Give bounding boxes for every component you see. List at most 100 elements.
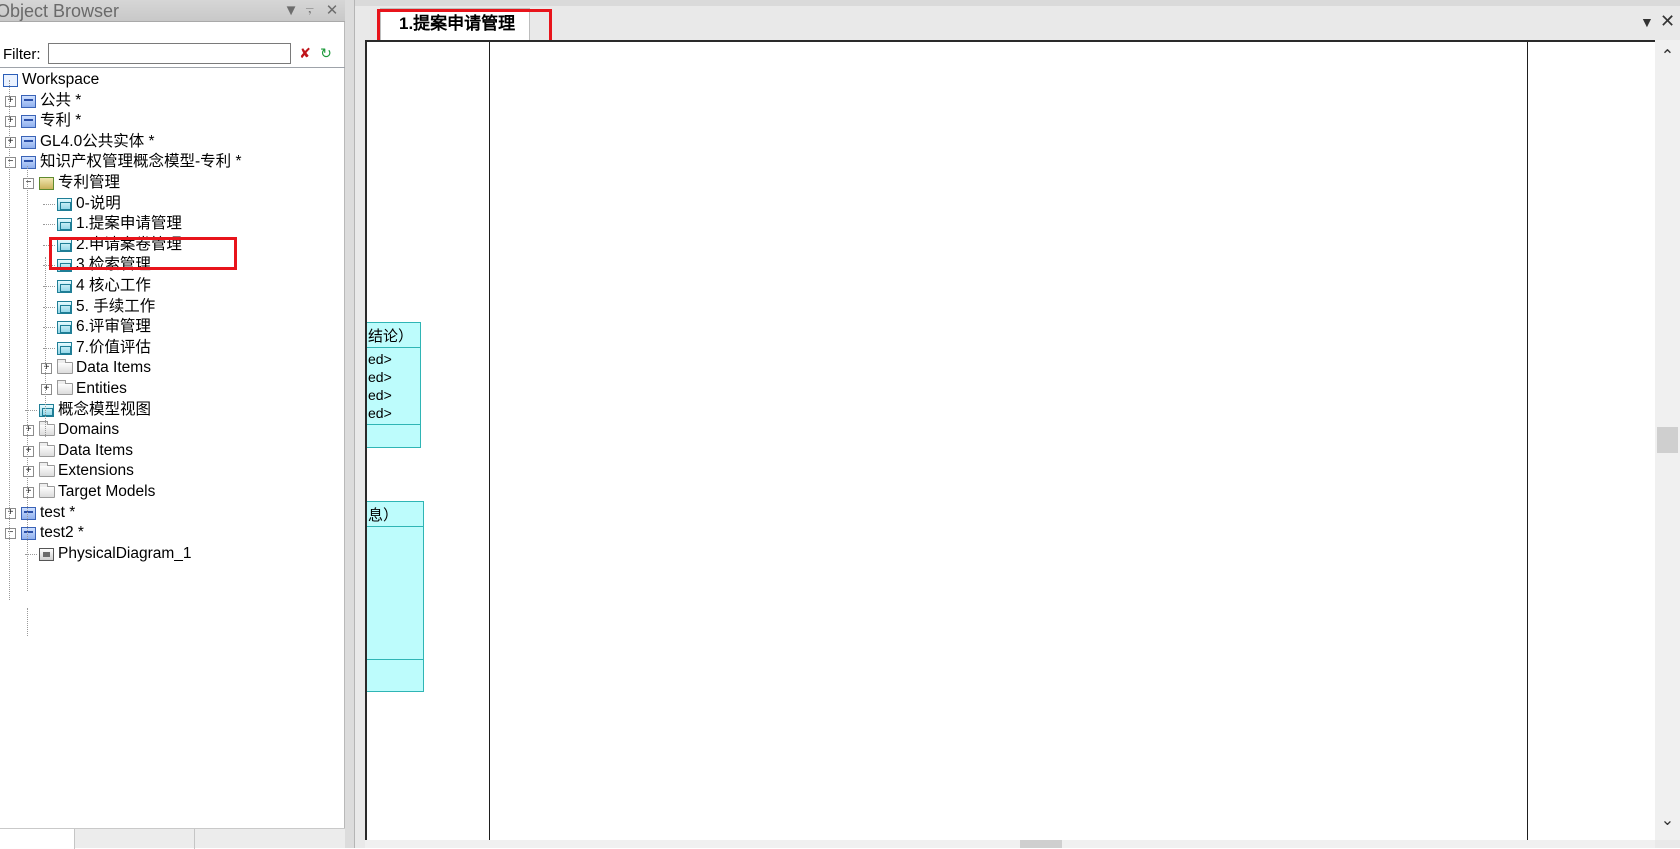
expand-icon[interactable]: + xyxy=(5,137,16,148)
filter-label: Filter: xyxy=(3,46,41,63)
bottom-tab-local[interactable] xyxy=(0,829,75,849)
refresh-icon[interactable]: ↻ xyxy=(318,45,334,61)
tree-item-label: 6.评审管理 xyxy=(76,318,151,335)
model-icon xyxy=(21,156,36,169)
collapse-icon[interactable]: − xyxy=(5,157,16,168)
entity-divider xyxy=(367,424,420,425)
diagram-icon xyxy=(57,218,72,231)
tree-guide-line xyxy=(9,80,10,600)
pane-splitter[interactable] xyxy=(345,0,355,848)
workspace-icon xyxy=(3,74,18,87)
entity-box[interactable]: 结论） ed> ed> ed> ed> xyxy=(367,322,421,448)
horizontal-scrollbar[interactable] xyxy=(365,840,1655,848)
model-icon xyxy=(21,136,36,149)
entity-header: 息） xyxy=(368,507,399,524)
expand-icon[interactable]: + xyxy=(23,446,34,457)
scroll-down-icon[interactable]: ⌄ xyxy=(1659,810,1676,830)
bottom-tab-repository[interactable] xyxy=(75,829,195,849)
model-icon xyxy=(21,95,36,108)
tab-controls: ▼ ✕ xyxy=(1620,8,1680,38)
scroll-thumb[interactable] xyxy=(1657,427,1678,453)
browser-bottom-tabs xyxy=(0,828,345,849)
filter-row: Filter: ✘ ↻ xyxy=(0,40,345,68)
tree-item-label: 专利管理 xyxy=(58,174,121,191)
folder-icon xyxy=(39,421,55,436)
tree-guide-line xyxy=(27,608,28,636)
diagram-canvas[interactable]: 结论） ed> ed> ed> ed> 息） xyxy=(365,40,1655,840)
folder-icon xyxy=(39,483,55,498)
entity-attribute: ed> xyxy=(368,405,392,421)
tree-guide-line xyxy=(45,257,46,437)
folder-icon xyxy=(57,359,73,374)
entity-divider xyxy=(367,347,420,348)
filter-input[interactable] xyxy=(48,43,291,64)
tree-item-label: 4 核心工作 xyxy=(76,277,151,294)
expand-icon[interactable]: + xyxy=(23,487,34,498)
dropdown-icon[interactable]: ▼ xyxy=(283,1,299,21)
object-browser-title: Object Browser xyxy=(0,1,120,21)
folder-icon xyxy=(39,442,55,457)
tree-item-label: 知识产权管理概念模型-专利 * xyxy=(40,153,242,170)
entity-box[interactable]: 息） xyxy=(367,501,424,692)
tree-item-label: 1.提案申请管理 xyxy=(76,215,182,232)
expand-icon[interactable]: + xyxy=(5,116,16,127)
pin-icon[interactable]: ⍪ xyxy=(302,1,318,21)
expand-icon[interactable]: + xyxy=(23,466,34,477)
tree-item-label: 7.价值评估 xyxy=(76,339,151,356)
tree-item-label: 公共 * xyxy=(40,92,82,109)
diagram-icon xyxy=(57,342,72,355)
model-icon xyxy=(21,115,36,128)
tree-item-label: 概念模型视图 xyxy=(58,401,152,418)
tree-item-label: Data Items xyxy=(58,442,133,459)
tree-item-label: Target Models xyxy=(58,483,156,500)
object-browser-titlebar: Object Browser ▼ ⍪ ✕ xyxy=(0,0,345,22)
swimlane-line xyxy=(489,42,490,840)
entity-attribute: ed> xyxy=(368,369,392,385)
diagram-icon xyxy=(57,301,72,314)
swimlane-line xyxy=(1527,42,1528,840)
tree-item-label: 0-说明 xyxy=(76,195,121,212)
collapse-icon[interactable]: − xyxy=(5,528,16,539)
tree-item-label: Entities xyxy=(76,380,127,397)
tree-item-label: Workspace xyxy=(22,71,100,88)
scroll-up-icon[interactable]: ⌃ xyxy=(1659,46,1676,66)
scroll-thumb[interactable] xyxy=(1020,840,1062,848)
entity-divider xyxy=(367,526,423,527)
collapse-icon[interactable]: − xyxy=(23,178,34,189)
entity-attribute: ed> xyxy=(368,387,392,403)
highlight-box-tree-item xyxy=(49,237,237,270)
expand-icon[interactable]: + xyxy=(41,363,52,374)
diagram-icon xyxy=(57,280,72,293)
clear-filter-icon[interactable]: ✘ xyxy=(297,45,313,61)
model-icon xyxy=(21,527,36,540)
diagram-area: 1.提案申请管理 ▼ ✕ 结论） ed> ed> ed> ed> 息） ⌃ ⌄ xyxy=(355,0,1680,848)
object-browser-panel: Object Browser ▼ ⍪ ✕ Filter: ✘ ↻ Workspa… xyxy=(0,0,345,849)
tree-item-label: test * xyxy=(40,504,76,521)
vertical-scrollbar[interactable]: ⌃ ⌄ xyxy=(1655,40,1680,840)
entity-divider xyxy=(367,659,423,660)
expand-icon[interactable]: + xyxy=(41,384,52,395)
package-icon xyxy=(39,177,54,190)
tree-item-label: test2 * xyxy=(40,524,84,541)
entity-attribute: ed> xyxy=(368,351,392,367)
tree-connector xyxy=(43,224,55,225)
tree-item-label: Extensions xyxy=(58,462,134,479)
tree-item-label: Domains xyxy=(58,421,120,438)
tree-item-label: PhysicalDiagram_1 xyxy=(58,545,192,562)
folder-icon xyxy=(39,462,55,477)
close-icon[interactable]: ✕ xyxy=(324,1,340,21)
tree-guide-line xyxy=(27,166,28,591)
expand-icon[interactable]: + xyxy=(5,96,16,107)
diagram-icon xyxy=(57,321,72,334)
expand-icon[interactable]: + xyxy=(5,508,16,519)
physical-diagram-icon xyxy=(39,548,54,561)
close-tab-icon[interactable]: ✕ xyxy=(1660,11,1675,32)
tab-list-icon[interactable]: ▼ xyxy=(1640,14,1654,30)
expand-icon[interactable]: + xyxy=(23,425,34,436)
tree-item-label: 专利 * xyxy=(40,112,82,129)
tree-connector xyxy=(43,204,55,205)
diagram-icon xyxy=(39,404,54,417)
diagram-icon xyxy=(57,198,72,211)
tree-item-label: GL4.0公共实体 * xyxy=(40,133,155,150)
folder-icon xyxy=(57,380,73,395)
